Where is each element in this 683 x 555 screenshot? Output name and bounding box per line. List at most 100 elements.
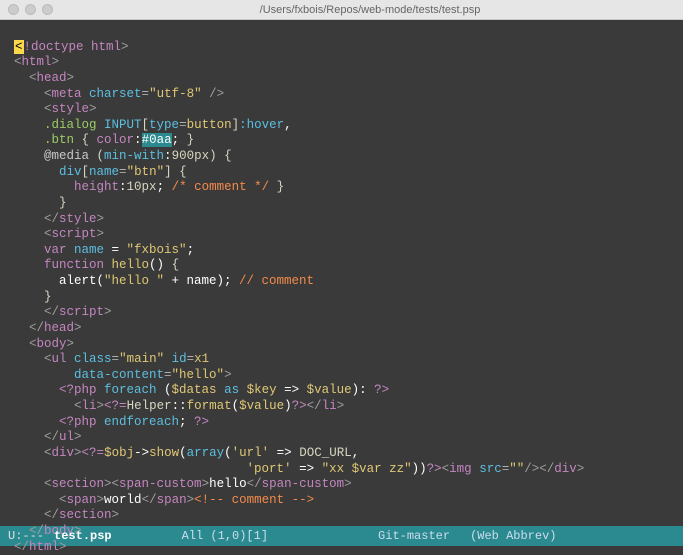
code-token: { bbox=[179, 165, 187, 179]
code-token: } bbox=[14, 196, 67, 210]
modeline-position: All (1,0)[1] bbox=[182, 529, 268, 543]
code-token: /> bbox=[202, 87, 225, 101]
code-token: ): bbox=[352, 383, 375, 397]
code-token: @media bbox=[14, 149, 97, 163]
code-token: > bbox=[187, 493, 195, 507]
code-token: > bbox=[74, 446, 82, 460]
code-token: { bbox=[172, 258, 180, 272]
code-token: > bbox=[97, 493, 105, 507]
code-token: ( bbox=[224, 446, 232, 460]
code-token: ?> bbox=[427, 462, 442, 476]
code-token: > bbox=[74, 321, 82, 335]
modeline-file: test.psp bbox=[54, 529, 112, 543]
code-token: > bbox=[67, 71, 75, 85]
code-token: color bbox=[97, 133, 135, 147]
code-token: < bbox=[14, 493, 67, 507]
code-token: < bbox=[14, 399, 82, 413]
code-token: style bbox=[52, 102, 90, 116]
close-icon[interactable] bbox=[8, 4, 19, 15]
code-token: ( bbox=[232, 399, 240, 413]
code-token: li bbox=[322, 399, 337, 413]
code-token: > bbox=[337, 399, 345, 413]
code-token: show bbox=[149, 446, 179, 460]
code-token: = bbox=[187, 352, 195, 366]
code-token: meta bbox=[52, 87, 90, 101]
code-token: : bbox=[134, 133, 142, 147]
code-token: DOC_URL bbox=[299, 446, 352, 460]
code-token: class bbox=[74, 352, 112, 366]
code-token: section bbox=[52, 477, 105, 491]
window-title: /Users/fxbois/Repos/web-mode/tests/test.… bbox=[65, 4, 675, 16]
code-token: > bbox=[97, 227, 105, 241]
code-token: format bbox=[187, 399, 232, 413]
code-token: /></ bbox=[524, 462, 554, 476]
code-token: ( bbox=[97, 149, 105, 163]
code-token: function bbox=[14, 258, 112, 272]
code-token: head bbox=[44, 321, 74, 335]
code-token: => bbox=[292, 462, 322, 476]
code-token bbox=[14, 462, 247, 476]
code-token: { bbox=[82, 133, 97, 147]
code-token: array bbox=[187, 446, 225, 460]
code-token: section bbox=[59, 508, 112, 522]
code-token: hello bbox=[209, 477, 247, 491]
code-token: as bbox=[224, 383, 247, 397]
code-token: .dialog bbox=[14, 118, 104, 132]
code-token: > bbox=[97, 212, 105, 226]
code-token: div bbox=[14, 165, 82, 179]
code-token: [ bbox=[82, 165, 90, 179]
code-token: + name); bbox=[164, 274, 239, 288]
code-token: { bbox=[224, 149, 232, 163]
modeline-vcs: Git-master bbox=[378, 529, 450, 543]
code-token: <?= bbox=[82, 446, 105, 460]
code-token: span bbox=[157, 493, 187, 507]
code-token: < bbox=[14, 352, 52, 366]
code-token: type bbox=[149, 118, 179, 132]
code-token: [ bbox=[142, 118, 150, 132]
code-token: Helper bbox=[127, 399, 172, 413]
zoom-icon[interactable] bbox=[42, 4, 53, 15]
editor-area[interactable]: <!doctype html> <html> <head> <meta char… bbox=[0, 20, 683, 526]
code-token: => bbox=[269, 446, 299, 460]
code-token: var bbox=[14, 243, 74, 257]
code-token: -> bbox=[134, 446, 149, 460]
code-token: <?php bbox=[14, 415, 104, 429]
code-token: < bbox=[14, 227, 52, 241]
traffic-lights bbox=[8, 4, 53, 15]
code-token: = bbox=[104, 243, 127, 257]
code-token: data-content bbox=[14, 368, 164, 382]
code-token: 'url' bbox=[232, 446, 270, 460]
code-token: img bbox=[449, 462, 479, 476]
code-token: $value bbox=[307, 383, 352, 397]
code-token: } bbox=[14, 290, 52, 304]
code-token: > bbox=[67, 337, 75, 351]
code-token: > bbox=[104, 305, 112, 319]
code-token: </ bbox=[14, 305, 59, 319]
modeline: U:--- test.psp All (1,0)[1] Git-master (… bbox=[0, 526, 683, 546]
code-token: script bbox=[52, 227, 97, 241]
code-token: </ bbox=[307, 399, 322, 413]
code-token: => bbox=[284, 383, 307, 397]
code-token: ] bbox=[232, 118, 240, 132]
code-token: "fxbois" bbox=[127, 243, 187, 257]
code-token: > bbox=[121, 40, 129, 54]
code-token: span-custom bbox=[119, 477, 202, 491]
code-token: name bbox=[89, 165, 119, 179]
code-token: style bbox=[59, 212, 97, 226]
code-token: > bbox=[89, 102, 97, 116]
code-token: : bbox=[119, 180, 127, 194]
code-token: <?= bbox=[104, 399, 127, 413]
minimize-icon[interactable] bbox=[25, 4, 36, 15]
code-token: ; bbox=[179, 415, 194, 429]
code-token: ?> bbox=[194, 415, 209, 429]
code-token: foreach bbox=[104, 383, 164, 397]
code-token: zz" bbox=[382, 462, 412, 476]
code-token: name bbox=[74, 243, 104, 257]
code-token: </ bbox=[142, 493, 157, 507]
code-token: ) bbox=[209, 149, 224, 163]
code-token: </ bbox=[14, 321, 44, 335]
code-token: > bbox=[344, 477, 352, 491]
code-token: button bbox=[187, 118, 232, 132]
code-token: , bbox=[352, 446, 360, 460]
code-token: :: bbox=[172, 399, 187, 413]
